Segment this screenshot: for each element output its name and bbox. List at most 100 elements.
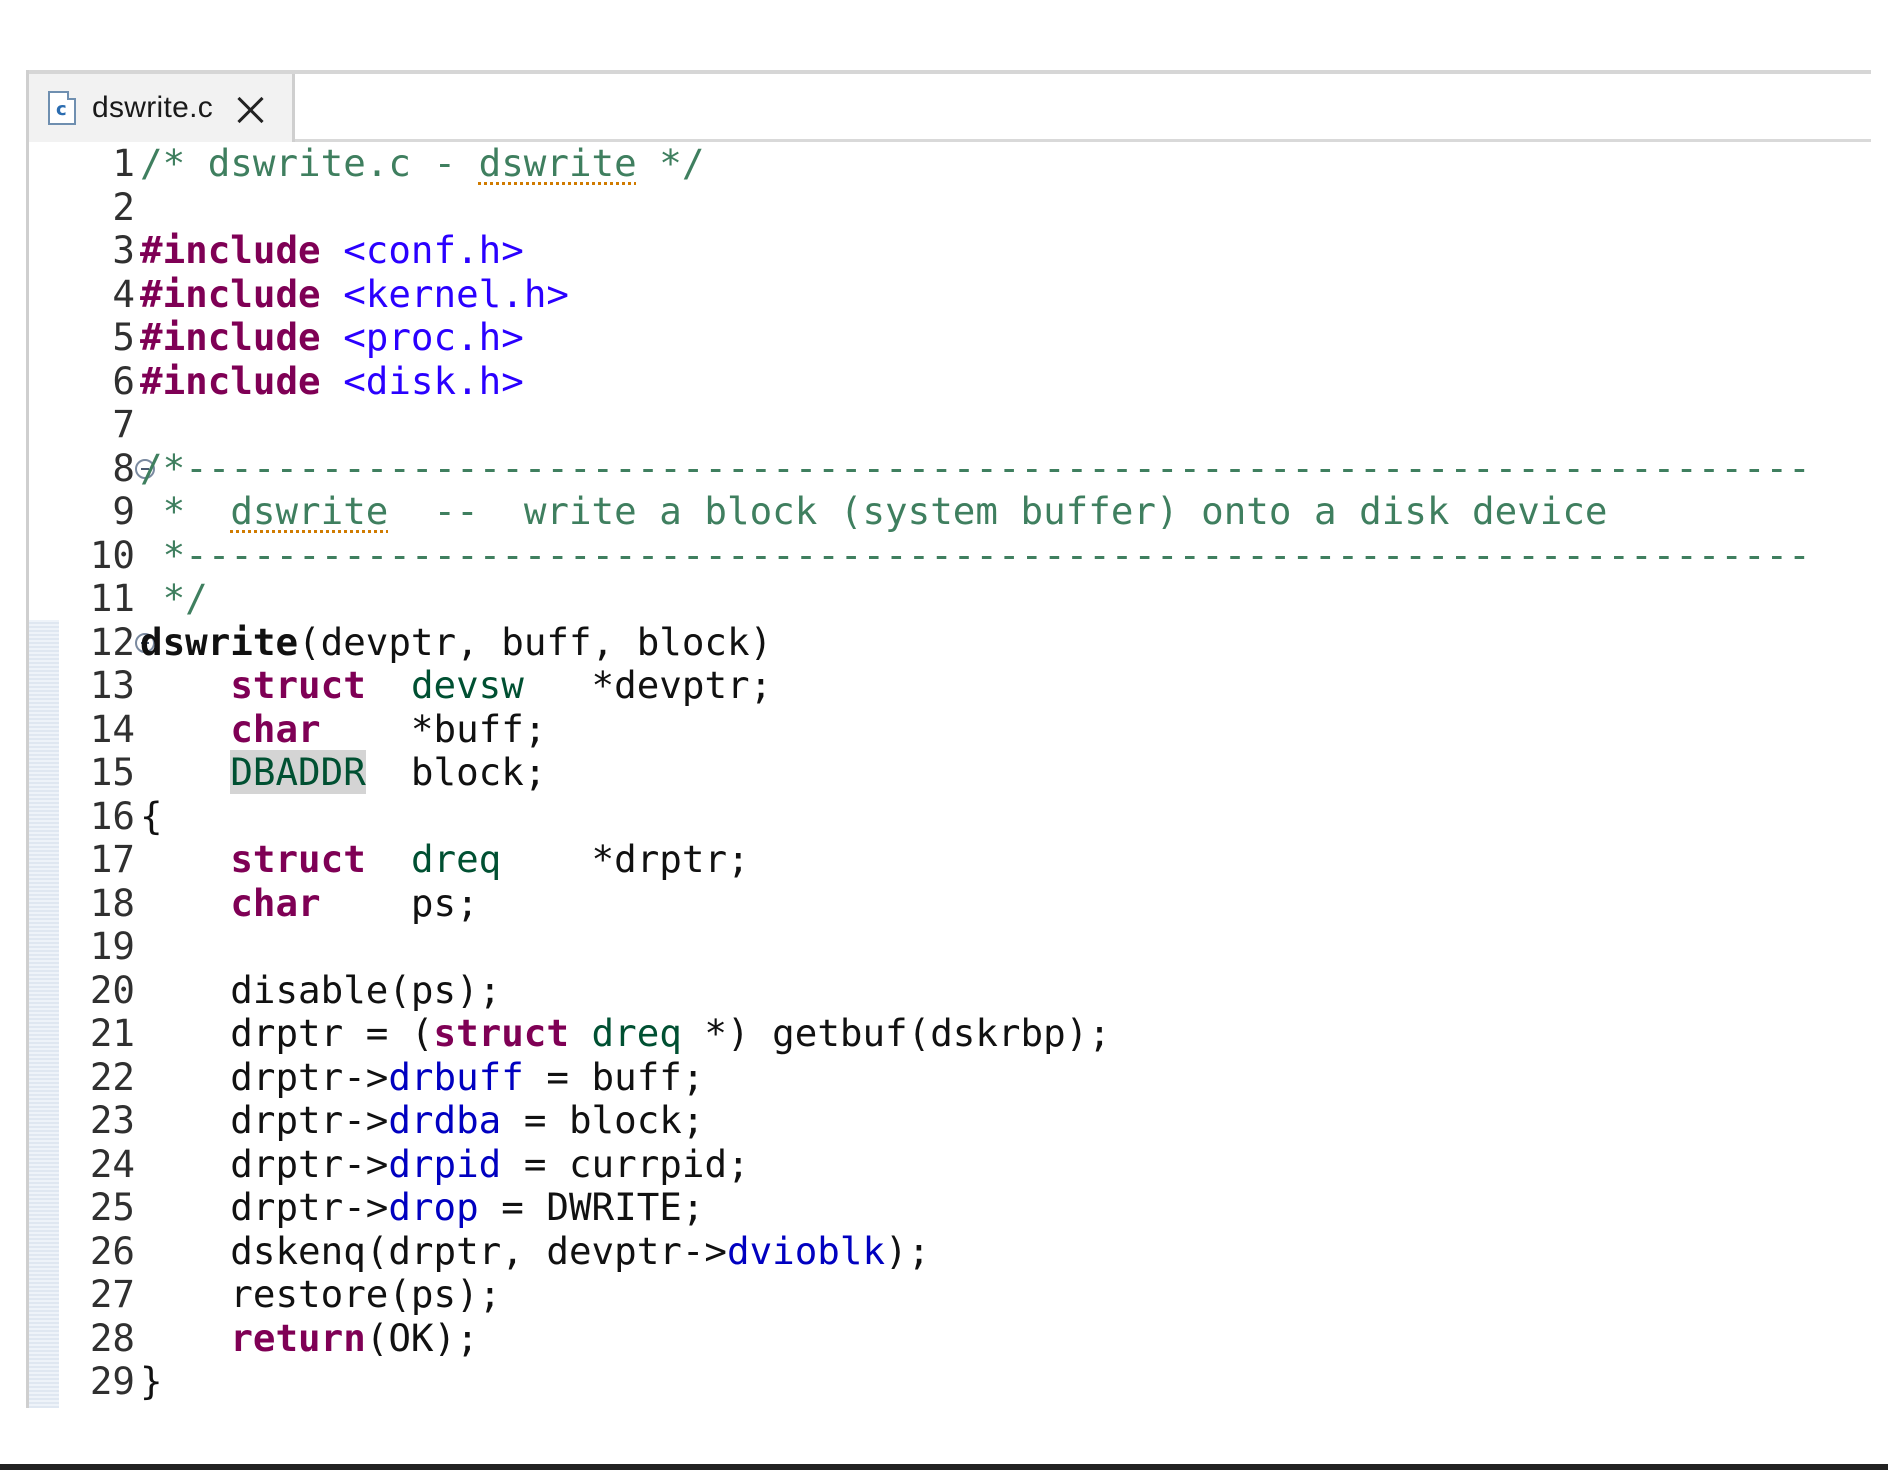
- line-number: 2: [112, 184, 135, 229]
- code-text: drptr->drpid = currpid;: [140, 1141, 750, 1187]
- code-line[interactable]: 18 char ps;: [29, 881, 1871, 926]
- line-number: 11: [89, 576, 135, 620]
- code-line[interactable]: 27 restore(ps);: [29, 1272, 1871, 1317]
- line-number: 29: [89, 1359, 135, 1403]
- c-source-file-icon: c: [48, 91, 76, 125]
- code-text: char *buff;: [140, 706, 547, 752]
- bottom-border: [0, 1464, 1888, 1470]
- code-line[interactable]: 22 drptr->drbuff = buff;: [29, 1054, 1871, 1100]
- code-line[interactable]: 1/* dswrite.c - dswrite */: [29, 141, 1871, 186]
- code-token: /*--------------------------------------…: [140, 445, 1811, 490]
- code-line[interactable]: 7: [29, 402, 1871, 447]
- code-token: #include: [140, 315, 321, 359]
- code-token: <kernel.h>: [343, 271, 569, 316]
- code-token: drptr->: [140, 1098, 389, 1142]
- code-token: devsw: [410, 663, 524, 707]
- code-token: -- write a block (system buffer) onto a …: [388, 489, 1608, 533]
- line-number: 22: [89, 1054, 135, 1099]
- code-line[interactable]: 4 #include <kernel.h>: [29, 271, 1871, 317]
- code-token: #include: [140, 358, 321, 403]
- code-line[interactable]: 29}: [29, 1359, 1871, 1404]
- code-token: char: [230, 706, 321, 751]
- code-token: drptr = (: [140, 1011, 434, 1055]
- code-line[interactable]: 20 disable(ps);: [29, 968, 1871, 1013]
- code-token: = buff;: [523, 1054, 705, 1099]
- code-line[interactable]: 21 drptr = (struct dreq *) getbuf(dskrbp…: [29, 1011, 1871, 1056]
- code-line[interactable]: 15 DBADDR block;: [29, 750, 1871, 795]
- code-line[interactable]: 6 #include <disk.h>: [29, 358, 1871, 404]
- line-number: 14: [89, 706, 135, 751]
- code-token: drptr->: [140, 1054, 389, 1099]
- editor-tab-bar: c dswrite.c: [29, 74, 1871, 142]
- code-line[interactable]: 10 *------------------------------------…: [29, 532, 1871, 578]
- code-line[interactable]: 12 dswrite(devptr, buff, block): [29, 619, 1871, 665]
- code-text: #include <conf.h>: [140, 228, 524, 273]
- code-text: char ps;: [140, 881, 478, 926]
- line-number: 12: [89, 619, 135, 664]
- line-number: 3: [112, 228, 135, 272]
- line-number: 24: [89, 1141, 135, 1186]
- code-token: #include: [140, 271, 321, 316]
- code-token: drop: [388, 1185, 479, 1229]
- line-number: 10: [89, 532, 135, 577]
- code-line[interactable]: 26 dskenq(drptr, devptr->dvioblk);: [29, 1228, 1871, 1274]
- code-line[interactable]: 23 drptr->drdba = block;: [29, 1098, 1871, 1143]
- code-token: /* dswrite.c -: [140, 141, 479, 185]
- code-token: = currpid;: [501, 1141, 750, 1186]
- code-token: struct: [230, 837, 366, 881]
- code-line[interactable]: 14 char *buff;: [29, 706, 1871, 752]
- code-text: struct dreq *drptr;: [140, 837, 749, 882]
- code-line[interactable]: 5 #include <proc.h>: [29, 315, 1871, 360]
- line-number: 15: [89, 750, 135, 794]
- code-line[interactable]: 13 struct devsw *devptr;: [29, 663, 1871, 708]
- code-token: */: [636, 141, 705, 185]
- code-line[interactable]: 3 #include <conf.h>: [29, 228, 1871, 273]
- code-text: drptr->drdba = block;: [140, 1098, 704, 1143]
- close-icon[interactable]: [235, 93, 265, 123]
- code-line[interactable]: 2: [29, 184, 1871, 230]
- code-line[interactable]: 25 drptr->drop = DWRITE;: [29, 1185, 1871, 1230]
- code-text: *---------------------------------------…: [140, 533, 1811, 578]
- code-line[interactable]: 11 */: [29, 576, 1871, 621]
- code-token: (devptr, buff, block): [298, 619, 773, 664]
- code-line[interactable]: 19: [29, 924, 1871, 969]
- line-number: 25: [89, 1185, 135, 1229]
- line-number: 4: [112, 271, 135, 316]
- line-number: 26: [89, 1228, 135, 1273]
- code-line[interactable]: 24 drptr->drpid = currpid;: [29, 1141, 1871, 1187]
- tab-dswrite-c[interactable]: c dswrite.c: [29, 74, 295, 142]
- code-text: #include <kernel.h>: [140, 271, 569, 317]
- code-text: }: [140, 1359, 163, 1404]
- code-token: drdba: [388, 1098, 502, 1142]
- code-editor-text[interactable]: 1/* dswrite.c - dswrite */2 3 #include <co…: [29, 141, 1871, 1404]
- code-text: {: [140, 793, 163, 839]
- file-icon-letter: c: [56, 99, 67, 120]
- code-token: *devptr;: [523, 663, 773, 707]
- code-token: struct: [433, 1011, 569, 1055]
- code-text: /* dswrite.c - dswrite */: [140, 141, 705, 186]
- code-token: *buff;: [320, 706, 547, 751]
- code-text: dswrite(devptr, buff, block): [140, 619, 773, 665]
- code-line[interactable]: 16{: [29, 793, 1871, 839]
- line-number: 1: [112, 141, 135, 185]
- code-text: disable(ps);: [140, 968, 501, 1013]
- code-line[interactable]: 8/*-------------------------------------…: [29, 445, 1871, 491]
- code-token: {: [140, 793, 163, 838]
- code-line[interactable]: 17 struct dreq *drptr;: [29, 837, 1871, 882]
- code-text: drptr->drop = DWRITE;: [140, 1185, 704, 1230]
- code-token: <conf.h>: [343, 228, 524, 272]
- code-line[interactable]: 28 return(OK);: [29, 1316, 1871, 1361]
- code-text: restore(ps);: [140, 1272, 501, 1317]
- code-line[interactable]: 9 * dswrite -- write a block (system buf…: [29, 489, 1871, 534]
- code-text: struct devsw *devptr;: [140, 663, 773, 708]
- code-token: drptr->: [140, 1141, 389, 1186]
- code-token: *: [140, 489, 231, 533]
